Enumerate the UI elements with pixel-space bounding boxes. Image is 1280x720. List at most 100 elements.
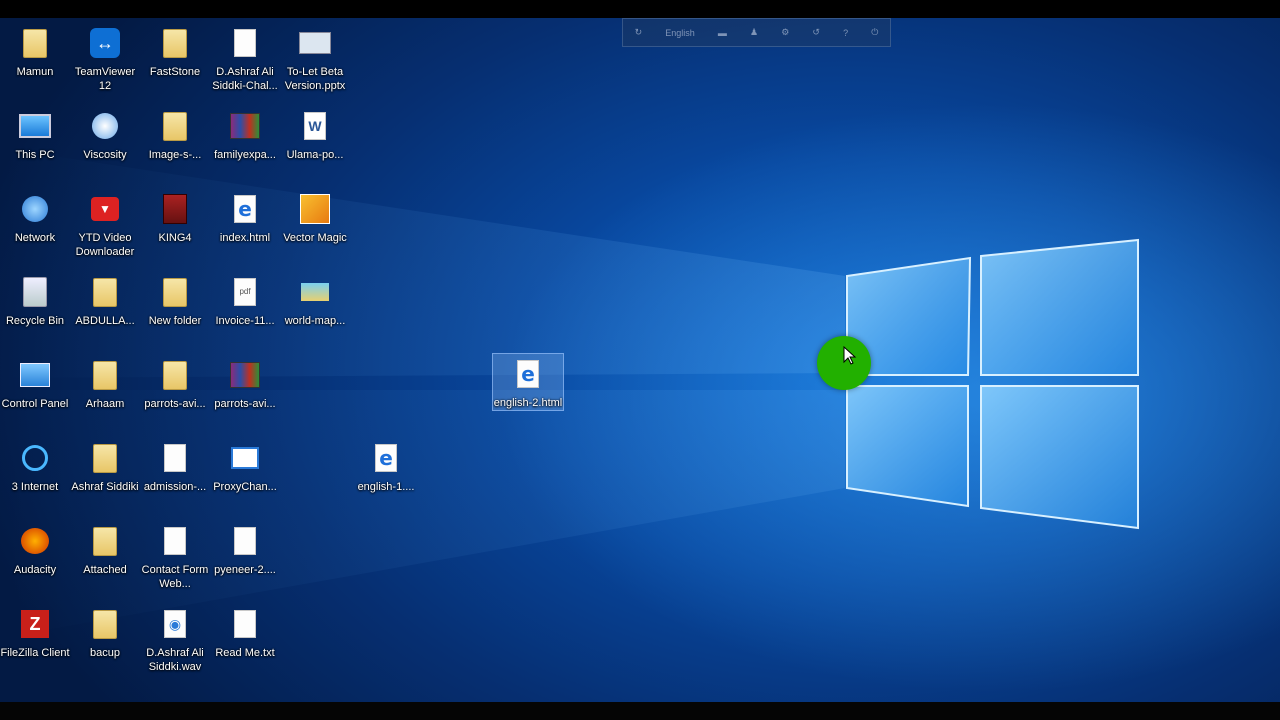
desktop-icon-contact-form-web[interactable]: Contact Form Web...	[140, 521, 210, 591]
desktop-icon-bacup[interactable]: bacup	[70, 604, 140, 660]
desktop-icon-label: parrots-avi...	[214, 398, 276, 410]
folder-icon	[89, 359, 121, 391]
desktop-icon-invoice-11[interactable]: pdf Invoice-11...	[210, 272, 280, 328]
desktop-background[interactable]: Mamun ↔ TeamViewer 12 FastStone D.Ashraf Ali…	[0, 18, 1280, 702]
user-folder-icon	[19, 27, 51, 59]
help-icon[interactable]: ?	[843, 28, 848, 38]
desktop-icon-teamviewer-12[interactable]: ↔ TeamViewer 12	[70, 23, 140, 93]
desktop-icon-viscosity[interactable]: Viscosity	[70, 106, 140, 162]
desktop-icon-label: Read Me.txt	[215, 647, 275, 659]
desktop-icon-label: Image-s-...	[148, 149, 202, 161]
image-icon	[299, 276, 331, 308]
desktop-icon-faststone[interactable]: FastStone	[140, 23, 210, 79]
desktop-icon-control-panel[interactable]: Control Panel	[0, 355, 70, 411]
recyclebin-icon	[19, 276, 51, 308]
desktop-icon-label: parrots-avi...	[144, 398, 206, 410]
desktop-icon-label: english-1....	[357, 481, 415, 493]
proxy-icon	[229, 442, 261, 474]
network-icon	[19, 193, 51, 225]
desktop-icon-label: Vector Magic	[283, 232, 347, 244]
desktop-icon-to-let-beta-version-pptx[interactable]: To-Let Beta Version.pptx	[280, 23, 350, 93]
desktop-icon-label: TeamViewer 12	[74, 66, 136, 92]
desktop-icon-label: familyexpa...	[214, 149, 276, 161]
desktop-icon-image-s[interactable]: Image-s-...	[140, 106, 210, 162]
desktop-icon-parrots-avi[interactable]: parrots-avi...	[140, 355, 210, 411]
document-icon	[229, 27, 261, 59]
desktop-icon-label: D.Ashraf Ali Siddki.wav	[146, 647, 204, 673]
controlpanel-icon	[19, 359, 51, 391]
user-icon[interactable]: ♟	[750, 27, 758, 38]
computer-icon	[19, 110, 51, 142]
desktop-icon-label: Control Panel	[1, 398, 69, 410]
desktop-icon-d-ashraf-ali-siddki-chal[interactable]: D.Ashraf Ali Siddki-Chal...	[210, 23, 280, 93]
desktop-icon-attached[interactable]: Attached	[70, 521, 140, 577]
settings-icon[interactable]: ↻	[635, 27, 643, 38]
language-label[interactable]: English	[665, 28, 695, 38]
king4-icon	[159, 193, 191, 225]
desktop-icon-parrots-avi[interactable]: parrots-avi...	[210, 355, 280, 411]
desktop-icon-ytd-video-downloader[interactable]: ▼ YTD Video Downloader	[70, 189, 140, 259]
bottom-letterbox	[0, 702, 1280, 720]
desktop-icon-d-ashraf-ali-siddki-wav[interactable]: ◉ D.Ashraf Ali Siddki.wav	[140, 604, 210, 674]
desktop-icon-index-html[interactable]: e index.html	[210, 189, 280, 245]
desktop-icon-label: Ashraf Siddiki	[71, 481, 139, 493]
desktop-icon-familyexpa[interactable]: familyexpa...	[210, 106, 280, 162]
desktop-icon-label: english-2.html	[493, 397, 563, 409]
desktop-icon-label: Ulama-po...	[286, 149, 344, 161]
desktop-icon-king4[interactable]: KING4	[140, 189, 210, 245]
document-icon	[159, 525, 191, 557]
gear-icon[interactable]: ⚙	[781, 27, 789, 38]
audacity-icon	[19, 525, 51, 557]
mouse-pointer-icon	[843, 346, 857, 365]
desktop-icon-label: pyeneer-2....	[214, 564, 276, 576]
html-icon: e	[370, 442, 402, 474]
desktop-icon-label: New folder	[148, 315, 202, 327]
desktop-icon-label: 3 Internet	[11, 481, 59, 493]
desktop-icon-3-internet[interactable]: 3 Internet	[0, 438, 70, 494]
folder-icon	[159, 27, 191, 59]
desktop-icon-label: admission-...	[143, 481, 207, 493]
desktop-icon-label: Audacity	[13, 564, 57, 576]
desktop-icon-recycle-bin[interactable]: Recycle Bin	[0, 272, 70, 328]
desktop-icon-network[interactable]: Network	[0, 189, 70, 245]
folder-icon	[159, 359, 191, 391]
word-icon: W	[299, 110, 331, 142]
screen-recorder-toolbar: ↻ English ▬ ♟ ⚙ ↺ ? ⏻	[622, 18, 891, 47]
desktop-icon-arhaam[interactable]: Arhaam	[70, 355, 140, 411]
desktop-icon-vector-magic[interactable]: Vector Magic	[280, 189, 350, 245]
desktop-icon-world-map[interactable]: world-map...	[280, 272, 350, 328]
desktop-icon-this-pc[interactable]: This PC	[0, 106, 70, 162]
keyboard-icon[interactable]: ▬	[718, 28, 727, 38]
html-icon: e	[512, 358, 544, 390]
html-icon: e	[229, 193, 261, 225]
desktop-icon-read-me-txt[interactable]: Read Me.txt	[210, 604, 280, 660]
desktop-icon-label: Recycle Bin	[5, 315, 65, 327]
desktop-icon-label: Viscosity	[83, 149, 127, 161]
desktop-icon-new-folder[interactable]: New folder	[140, 272, 210, 328]
folder-icon	[89, 608, 121, 640]
desktop-icon-label: FileZilla Client	[0, 647, 70, 659]
desktop-icon-english-2-html[interactable]: e english-2.html	[492, 353, 564, 411]
desktop-icon-mamun[interactable]: Mamun	[0, 23, 70, 79]
desktop-icon-pyeneer-2[interactable]: pyeneer-2....	[210, 521, 280, 577]
desktop-icon-label: bacup	[90, 647, 120, 659]
desktop-icon-english-1[interactable]: e english-1....	[351, 438, 421, 494]
desktop-icon-label: KING4	[158, 232, 192, 244]
ytd-icon: ▼	[89, 193, 121, 225]
desktop-icon-label: Arhaam	[85, 398, 125, 410]
document-icon	[229, 525, 261, 557]
winrar-icon	[229, 359, 261, 391]
desktop-icon-proxychan[interactable]: ProxyChan...	[210, 438, 280, 494]
teamviewer-icon: ↔	[89, 27, 121, 59]
desktop-icon-admission[interactable]: admission-...	[140, 438, 210, 494]
desktop-icon-ashraf-siddiki[interactable]: Ashraf Siddiki	[70, 438, 140, 494]
desktop-icon-ulama-po[interactable]: W Ulama-po...	[280, 106, 350, 162]
desktop-icon-abdulla[interactable]: ABDULLA...	[70, 272, 140, 328]
desktop-icon-label: world-map...	[284, 315, 346, 327]
desktop-icon-label: To-Let Beta Version.pptx	[284, 66, 346, 92]
presentation-icon	[299, 27, 331, 59]
edge-icon[interactable]: ↺	[812, 27, 820, 38]
desktop-icon-audacity[interactable]: Audacity	[0, 521, 70, 577]
desktop-icon-filezilla-client[interactable]: Z FileZilla Client	[0, 604, 70, 660]
power-icon[interactable]: ⏻	[871, 27, 878, 38]
